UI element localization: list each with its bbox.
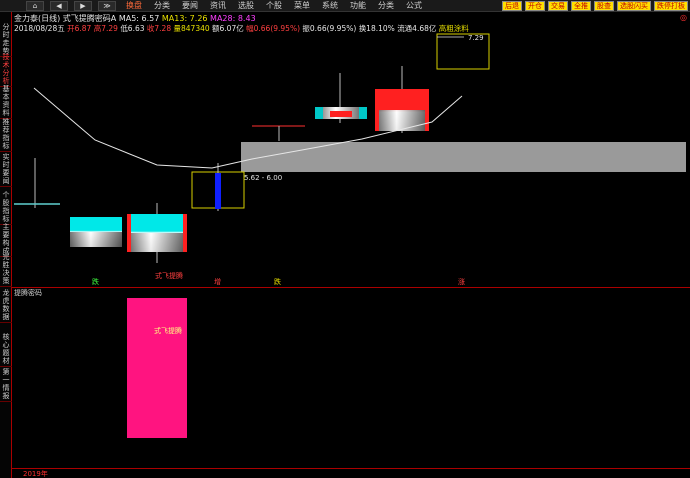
quote-volume: 量847340 (173, 24, 210, 33)
back-icon[interactable]: ◀ (50, 1, 68, 11)
menu-item-6[interactable]: 菜单 (288, 0, 316, 12)
quote-swing: 振0.66(9.95%) (302, 24, 357, 33)
main-menu: 换盘 分类 要闻 资讯 选股 个股 菜单 系统 功能 分类 公式 (120, 0, 428, 12)
menu-item-7[interactable]: 系统 (316, 0, 344, 12)
quote-amount: 额6.07亿 (212, 24, 244, 33)
ma5-value: MA5: 6.57 (118, 14, 160, 23)
menu-item-8[interactable]: 功能 (344, 0, 372, 12)
signal-label-2: 增 (214, 277, 221, 286)
sub-indicator-bar (127, 298, 187, 438)
quick-button-3[interactable]: 全推 (571, 1, 591, 11)
quote-date: 2018/08/28五 (14, 24, 65, 33)
signal-label-3: 跌 (274, 277, 281, 286)
quote-float: 流通4.68亿 (397, 24, 437, 33)
menu-item-1[interactable]: 分类 (148, 0, 176, 12)
sub-indicator-label: 式飞提腾 (154, 326, 182, 335)
signal-label-1: 跌 (92, 277, 99, 286)
quick-button-5[interactable]: 选股闪买 (617, 1, 651, 11)
stock-name: 金力泰(日线) (14, 14, 61, 23)
menu-item-4[interactable]: 选股 (232, 0, 260, 12)
candle-4-body (215, 173, 221, 209)
menu-item-10[interactable]: 公式 (400, 0, 428, 12)
time-axis (12, 468, 690, 478)
sidebar-item-8[interactable]: 龙 虎 数 据 (0, 288, 12, 323)
menu-item-9[interactable]: 分类 (372, 0, 400, 12)
high-marker-label: 7.29 (468, 34, 484, 42)
close-icon[interactable]: ◎ (680, 13, 687, 22)
menu-down-icon[interactable]: ≫ (98, 1, 116, 11)
year-label: 2019年 (23, 470, 48, 478)
quote-turnover: 换18.10% (358, 24, 395, 33)
quick-button-1[interactable]: 开仓 (525, 1, 545, 11)
menu-item-5[interactable]: 个股 (260, 0, 288, 12)
sidebar-item-4[interactable]: 实 时 要 闻 (0, 152, 12, 187)
quote-close: 收7.28 (146, 24, 172, 33)
home-icon[interactable]: ⌂ (26, 1, 44, 11)
quick-button-2[interactable]: 交易 (548, 1, 568, 11)
sub-indicator-title: 提腾密码 (14, 288, 42, 297)
candlestick-chart: 5.62 - 6.00 7.29 跌 式飞提腾 增 跌 涨 (14, 33, 686, 286)
indicator-name: 式飞提腾密码A (62, 14, 117, 23)
top-toolbar: ⌂ ◀ ▶ ≫ 换盘 分类 要闻 资讯 选股 个股 菜单 系统 功能 分类 公式 后退 开仓 交易 全推股… (0, 0, 690, 12)
quick-buttons: 后退 开仓 交易 全推 股查 选股闪买 跌停打板 (502, 1, 688, 11)
sidebar-item-9[interactable]: 核 心 题 材 (0, 332, 12, 367)
candle-7 (375, 66, 429, 133)
price-zone-box (241, 142, 686, 172)
sidebar-item-5[interactable]: 个 股 指 标 (0, 190, 12, 225)
sidebar-item-7[interactable]: 完 胜 决 策 (0, 252, 12, 287)
sub-indicator-pane: 提腾密码 式飞提腾 (14, 288, 187, 438)
quote-change: 幅0.66(9.95%) (246, 24, 301, 33)
sidebar-item-1[interactable]: 技 术 分 析 (0, 52, 12, 87)
sidebar-item-2[interactable]: 基 本 资 料 (0, 84, 12, 119)
quote-high: 高7.29 (93, 24, 118, 33)
quick-button-6[interactable]: 跌停打板 (654, 1, 688, 11)
quick-button-4[interactable]: 股查 (594, 1, 614, 11)
annotation-text: 式飞提腾 (155, 271, 183, 280)
quote-low: 低6.63 (120, 24, 145, 33)
ma13-value: MA13: 7.26 (161, 14, 208, 23)
menu-item-3[interactable]: 资讯 (204, 0, 232, 12)
candle-2 (70, 217, 122, 247)
quick-button-0[interactable]: 后退 (502, 1, 522, 11)
low-box-label: 5.62 - 6.00 (244, 174, 282, 182)
quote-concept: 高粗涂料 (438, 24, 469, 33)
menu-item-2[interactable]: 要闻 (176, 0, 204, 12)
candle-3 (127, 203, 187, 263)
candle-6 (315, 73, 367, 123)
menu-item-0[interactable]: 换盘 (120, 0, 148, 12)
forward-icon[interactable]: ▶ (74, 1, 92, 11)
quote-open: 开6.87 (67, 24, 92, 33)
sidebar-item-10[interactable]: 第 一 情 报 (0, 367, 12, 402)
sidebar-item-3[interactable]: 推 荐 指 标 (0, 117, 12, 152)
signal-label-4: 涨 (458, 277, 465, 286)
ma28-value: MA28: 8.43 (210, 14, 256, 23)
left-sidebar: 分 时 走 势技 术 分 析基 本 资 料推 荐 指 标实 时 要 闻个 股 指… (0, 12, 12, 478)
